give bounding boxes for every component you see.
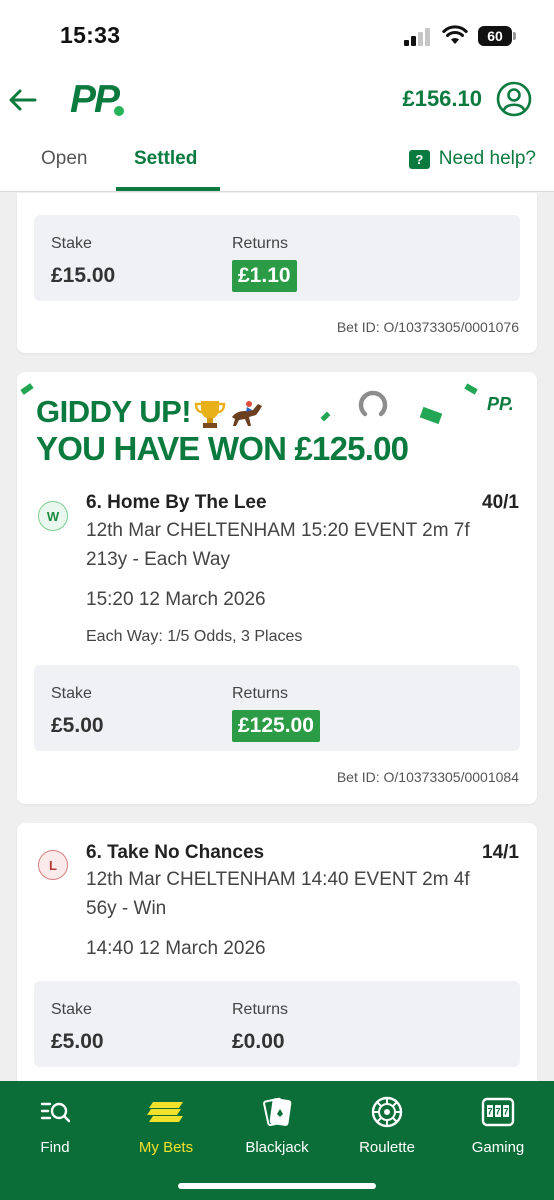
app-header: PP £156.10 bbox=[0, 72, 554, 130]
svg-text:7: 7 bbox=[495, 1107, 500, 1117]
stake-value: £15.00 bbox=[51, 264, 116, 287]
settled-bet-card[interactable]: Stake Returns £15.00 £1.10 Bet ID: O/103… bbox=[17, 193, 537, 353]
slot-machine-icon: 7 7 7 bbox=[481, 1097, 515, 1127]
returns-value: £0.00 bbox=[232, 1030, 285, 1053]
selection-name: 6. Take No Chances bbox=[86, 842, 265, 863]
help-chat-icon: ? bbox=[408, 149, 430, 169]
bet-id: Bet ID: O/10373305/0001076 bbox=[336, 319, 519, 335]
nav-gaming-label: Gaming bbox=[471, 1139, 525, 1156]
nav-find[interactable]: Find bbox=[5, 1095, 105, 1156]
nav-my-bets-label: My Bets bbox=[138, 1139, 194, 1156]
need-help-label: Need help? bbox=[438, 148, 536, 169]
brand-mark: PP. bbox=[487, 394, 514, 414]
horseshoe-icon bbox=[358, 390, 388, 417]
event-description: 12th Mar CHELTENHAM 14:40 EVENT 2m 4f 56… bbox=[86, 869, 470, 919]
status-time: 15:33 bbox=[60, 22, 121, 48]
logo-dot bbox=[114, 106, 124, 116]
account-icon[interactable] bbox=[496, 81, 532, 117]
tab-open[interactable]: Open bbox=[41, 148, 87, 170]
nav-blackjack-label: Blackjack bbox=[245, 1139, 309, 1156]
battery-tip bbox=[513, 32, 516, 40]
nav-gaming[interactable]: 7 7 7 Gaming bbox=[448, 1095, 548, 1156]
paddy-power-logo[interactable]: PP bbox=[70, 78, 120, 122]
selection-name: 6. Home By The Lee bbox=[86, 492, 267, 513]
search-list-icon bbox=[40, 1102, 70, 1123]
stake-returns-box: Stake Returns £15.00 £1.10 bbox=[34, 215, 520, 301]
stake-label: Stake bbox=[51, 235, 92, 252]
returns-label: Returns bbox=[232, 235, 289, 252]
status-bar: 15:33 60 bbox=[0, 0, 554, 72]
returns-label: Returns bbox=[232, 685, 289, 702]
event-description: 12th Mar CHELTENHAM 15:20 EVENT 2m 7f 21… bbox=[86, 520, 470, 570]
confetti-piece bbox=[20, 383, 34, 395]
confetti-piece bbox=[320, 411, 331, 422]
arrow-left-icon bbox=[9, 89, 37, 111]
nav-roulette[interactable]: Roulette bbox=[337, 1095, 437, 1156]
cards-icon bbox=[263, 1097, 292, 1127]
win-outcome-badge: W bbox=[38, 501, 68, 531]
confetti-piece bbox=[419, 406, 443, 425]
bet-tabs: Open Settled ? Need help? bbox=[0, 130, 554, 192]
selection-odds: 40/1 bbox=[482, 492, 519, 513]
settled-bet-card[interactable]: GIDDY UP! YOU HAVE WON £125.00 PP. W 6. … bbox=[17, 372, 537, 804]
back-button[interactable] bbox=[8, 82, 38, 118]
horse-racing-icon bbox=[232, 401, 262, 426]
nav-roulette-label: Roulette bbox=[359, 1139, 415, 1156]
battery-icon: 60 bbox=[478, 26, 512, 46]
svg-text:7: 7 bbox=[503, 1107, 508, 1117]
need-help-link[interactable]: ? Need help? bbox=[408, 148, 536, 170]
returns-label: Returns bbox=[232, 1001, 289, 1018]
cellular-signal-icon bbox=[404, 28, 432, 46]
stake-value: £5.00 bbox=[51, 1030, 104, 1053]
returns-value: £1.10 bbox=[232, 260, 297, 292]
svg-text:7: 7 bbox=[487, 1107, 492, 1117]
win-banner: GIDDY UP! YOU HAVE WON £125.00 PP. bbox=[17, 372, 537, 482]
wifi-icon bbox=[442, 25, 468, 44]
stake-returns-box: Stake Returns £5.00 £125.00 bbox=[34, 665, 520, 751]
win-banner-line2: YOU HAVE WON £125.00 bbox=[36, 430, 409, 467]
stake-returns-box: Stake Returns £5.00 £0.00 bbox=[34, 981, 520, 1067]
event-time: 14:40 12 March 2026 bbox=[86, 938, 266, 959]
stake-label: Stake bbox=[51, 685, 92, 702]
selection-odds: 14/1 bbox=[482, 842, 519, 863]
returns-value: £125.00 bbox=[232, 710, 320, 742]
confetti-piece bbox=[464, 383, 478, 395]
bet-slips-icon bbox=[147, 1102, 183, 1122]
stake-label: Stake bbox=[51, 1001, 92, 1018]
roulette-wheel-icon bbox=[371, 1096, 403, 1128]
home-indicator[interactable] bbox=[178, 1183, 376, 1189]
nav-find-label: Find bbox=[40, 1139, 70, 1156]
loss-outcome-badge: L bbox=[38, 850, 68, 880]
bet-id: Bet ID: O/10373305/0001084 bbox=[336, 769, 519, 785]
trophy-icon bbox=[194, 401, 226, 428]
win-banner-line1: GIDDY UP! bbox=[36, 394, 192, 429]
settled-bet-card[interactable]: L 6. Take No Chances 14/1 12th Mar CHELT… bbox=[17, 823, 537, 1113]
nav-blackjack[interactable]: Blackjack bbox=[227, 1095, 327, 1156]
account-balance[interactable]: £156.10 bbox=[402, 86, 482, 112]
nav-my-bets[interactable]: My Bets bbox=[116, 1095, 216, 1156]
event-time: 15:20 12 March 2026 bbox=[86, 589, 266, 610]
active-tab-indicator bbox=[116, 187, 220, 191]
tab-settled[interactable]: Settled bbox=[134, 148, 197, 170]
each-way-terms: Each Way: 1/5 Odds, 3 Places bbox=[86, 628, 303, 645]
stake-value: £5.00 bbox=[51, 714, 104, 737]
